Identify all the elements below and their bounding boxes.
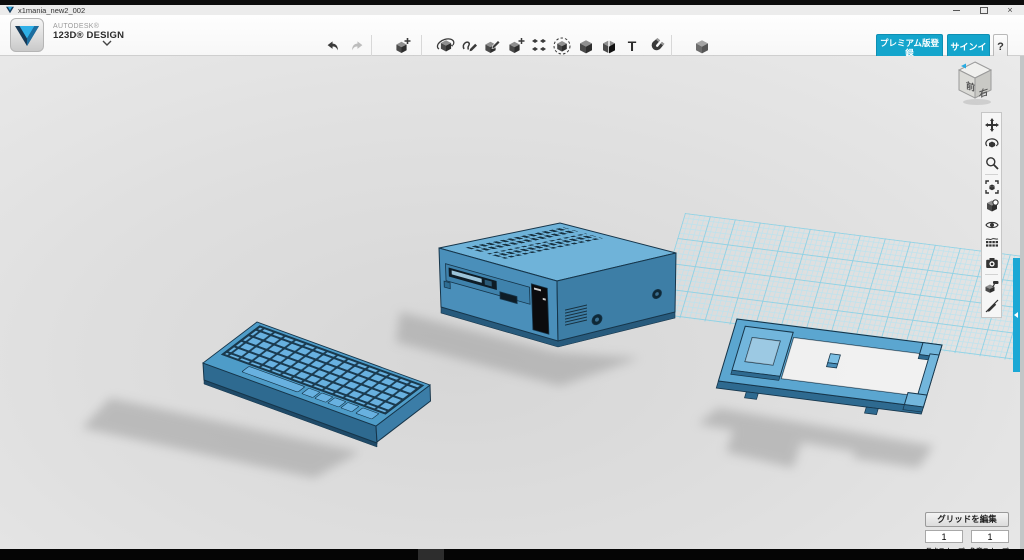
minimize-icon (953, 10, 960, 11)
snap-icon (646, 36, 666, 56)
taskbar-item (418, 549, 444, 560)
zoom-button[interactable] (982, 153, 1001, 172)
split-solid-button[interactable] (599, 36, 619, 56)
material-button[interactable] (692, 36, 712, 56)
premium-register-label: プレミアム版登録 (877, 38, 942, 58)
restore-icon (980, 7, 988, 14)
parts-panel-expand-tab[interactable] (1013, 258, 1020, 372)
app-window: x1mania_new2_002 × AUTODESK® 123D® DESIG… (0, 0, 1024, 560)
brand: AUTODESK® 123D® DESIGN (53, 23, 124, 41)
snap-button[interactable] (646, 36, 666, 56)
toolbar-separator (371, 35, 372, 58)
expand-arrow-icon (1014, 312, 1018, 318)
close-button[interactable]: × (1000, 5, 1020, 15)
text-button[interactable]: T (622, 36, 642, 56)
pattern-button[interactable] (529, 36, 549, 56)
import-model-icon (392, 36, 412, 56)
length-snap-input[interactable] (925, 530, 963, 543)
pan-button[interactable] (982, 115, 1001, 134)
undo-button[interactable] (323, 36, 343, 56)
svg-text:T: T (628, 38, 637, 54)
combine-button[interactable] (576, 36, 596, 56)
construct-icon (482, 36, 502, 56)
app-header: AUTODESK® 123D® DESIGN (0, 15, 1024, 56)
app-logo-tile[interactable] (10, 18, 44, 52)
orbit-icon (985, 137, 999, 151)
orbit-button[interactable] (982, 134, 1001, 153)
fit-view-icon (985, 180, 999, 194)
grouping-icon (552, 36, 572, 56)
pattern-icon (529, 36, 549, 56)
123d-logo-icon (11, 19, 43, 51)
sketch-button[interactable] (459, 36, 479, 56)
model-computer-case[interactable] (439, 223, 676, 347)
pan-icon (985, 118, 999, 132)
grouping-button[interactable] (552, 36, 572, 56)
close-icon: × (1007, 5, 1012, 15)
viewport-3d[interactable]: 前 右 (0, 56, 1024, 549)
eye-icon (985, 218, 999, 232)
text-icon: T (622, 36, 642, 56)
sketch-visibility-button[interactable] (982, 296, 1001, 315)
toolbar-separator (671, 35, 672, 58)
app-icon (6, 6, 14, 14)
apply-material-button[interactable] (982, 277, 1001, 296)
sketch-visibility-icon (985, 299, 999, 313)
grid-visibility-icon (985, 237, 999, 251)
navigation-toolbar (981, 112, 1002, 318)
visual-style-button[interactable] (982, 196, 1001, 215)
redo-button[interactable] (347, 36, 367, 56)
camera-icon (985, 256, 999, 270)
viewport-right-edge (1020, 56, 1024, 549)
angle-snap-input[interactable] (971, 530, 1009, 543)
show-hide-button[interactable] (982, 215, 1001, 234)
transform-button[interactable] (436, 36, 456, 56)
visual-style-icon (985, 199, 999, 213)
toolbar-separator (421, 35, 422, 58)
modify-icon (506, 36, 526, 56)
sketch-icon (459, 36, 479, 56)
split-solid-icon (599, 36, 619, 56)
taskbar-strip (0, 549, 1024, 560)
view-cube[interactable]: 前 右 (953, 58, 997, 106)
restore-button[interactable] (974, 5, 994, 15)
scene-canvas (0, 56, 1024, 549)
construct-button[interactable] (482, 36, 502, 56)
fit-view-button[interactable] (982, 177, 1001, 196)
undo-icon (324, 37, 342, 55)
apply-material-icon (985, 280, 999, 294)
transform-icon (436, 36, 456, 56)
nav-separator (985, 174, 998, 175)
brand-product: 123D® DESIGN (53, 31, 124, 41)
grid-visibility-button[interactable] (982, 234, 1001, 253)
minimize-button[interactable] (946, 5, 966, 15)
modify-button[interactable] (506, 36, 526, 56)
import-model-button[interactable] (392, 36, 412, 56)
screenshot-button[interactable] (982, 253, 1001, 272)
material-icon (692, 36, 712, 56)
window-title: x1mania_new2_002 (18, 6, 85, 15)
combine-icon (576, 36, 596, 56)
nav-separator (985, 274, 998, 275)
zoom-icon (985, 156, 999, 170)
edit-grid-button[interactable]: グリッドを編集 (925, 512, 1009, 527)
grid-settings-panel: グリッドを編集 長さスナップ 角度スナップ (925, 512, 1009, 549)
titlebar: x1mania_new2_002 × (0, 5, 1024, 15)
menu-chevron-icon[interactable] (102, 40, 112, 46)
redo-icon (348, 37, 366, 55)
